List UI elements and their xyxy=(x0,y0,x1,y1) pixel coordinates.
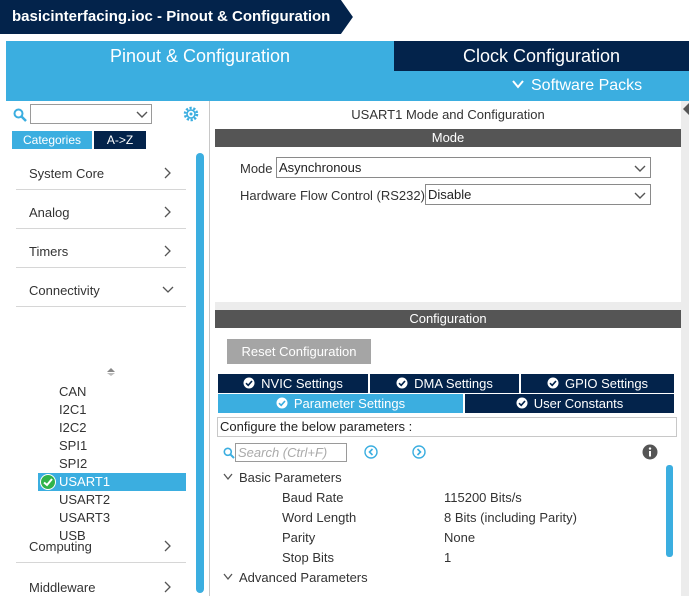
scroll-up-icon[interactable] xyxy=(106,367,116,377)
search-icon[interactable] xyxy=(13,108,27,122)
tab-parameter-settings[interactable]: Parameter Settings xyxy=(218,394,463,413)
parameter-search-input[interactable]: Search (Ctrl+F) xyxy=(235,443,347,462)
breadcrumb-arrow-icon xyxy=(336,0,353,34)
mode-label: Mode xyxy=(240,161,273,176)
tab-nvic-settings[interactable]: NVIC Settings xyxy=(218,374,368,393)
param-stop-bits-name: Stop Bits xyxy=(282,550,335,565)
peripheral-i2c2[interactable]: I2C2 xyxy=(59,419,86,437)
software-packs-label: Software Packs xyxy=(531,77,643,94)
chevron-down-icon xyxy=(634,165,646,172)
check-circle-icon xyxy=(516,397,528,409)
mode-select[interactable]: Asynchronous xyxy=(276,157,651,178)
tab-dma-settings[interactable]: DMA Settings xyxy=(370,374,519,393)
param-parity-name: Parity xyxy=(282,530,316,545)
check-circle-icon xyxy=(396,377,408,389)
check-circle-icon xyxy=(276,397,288,409)
tab-label: NVIC Settings xyxy=(261,376,343,391)
software-packs-menu[interactable]: Software Packs xyxy=(511,75,642,97)
chevron-right-icon xyxy=(164,167,171,179)
tab-label: DMA Settings xyxy=(414,376,493,391)
chevron-down-icon xyxy=(223,473,233,481)
mode-panel: USART1 Mode and Configuration Mode Mode … xyxy=(215,101,681,302)
tab-a-to-z[interactable]: A->Z xyxy=(94,131,146,149)
param-word-length-name: Word Length xyxy=(282,510,357,525)
main-tabs: Pinout & Configuration Clock Configurati… xyxy=(6,41,689,101)
peripheral-i2c1[interactable]: I2C1 xyxy=(59,401,86,419)
title-bar: basicinterfacing.ioc - Pinout & Configur… xyxy=(0,0,689,34)
category-system-core[interactable]: System Core xyxy=(16,151,186,190)
category-label: Middleware xyxy=(29,580,96,595)
peripheral-can[interactable]: CAN xyxy=(59,383,86,401)
parameters-scrollbar[interactable] xyxy=(666,465,673,557)
tab-user-constants[interactable]: User Constants xyxy=(465,394,674,413)
reset-configuration-button[interactable]: Reset Configuration xyxy=(227,339,371,364)
advanced-parameters-group[interactable]: Advanced Parameters xyxy=(223,570,368,585)
hardware-flow-control-value: Disable xyxy=(428,187,472,202)
tab-clock-configuration[interactable]: Clock Configuration xyxy=(394,41,689,71)
search-icon xyxy=(223,447,235,459)
chevron-down-icon xyxy=(136,111,148,118)
peripheral-label: USART1 xyxy=(59,474,111,489)
usart1-configuration-pane: USART1 Mode and Configuration Mode Mode … xyxy=(215,101,689,596)
chevron-right-icon xyxy=(164,206,171,218)
tab-label: User Constants xyxy=(533,396,624,411)
mode-panel-header: USART1 Mode and Configuration xyxy=(351,107,545,122)
category-timers[interactable]: Timers xyxy=(16,229,186,268)
tab-label: GPIO Settings xyxy=(564,376,649,391)
peripheral-usart2[interactable]: USART2 xyxy=(59,491,110,509)
tab-label: Parameter Settings xyxy=(293,396,406,411)
category-scrollbar[interactable] xyxy=(196,153,204,593)
category-middleware[interactable]: Middleware xyxy=(16,564,186,603)
group-label: Basic Parameters xyxy=(239,470,342,485)
previous-match-icon[interactable] xyxy=(364,445,378,459)
mode-select-value: Asynchronous xyxy=(279,160,362,175)
chevron-down-icon xyxy=(223,573,233,581)
configuration-section-band: Configuration xyxy=(215,310,681,328)
tab-gpio-settings[interactable]: GPIO Settings xyxy=(521,374,674,393)
chevron-right-icon xyxy=(164,540,171,552)
tab-categories[interactable]: Categories xyxy=(12,131,92,149)
param-baud-rate-value[interactable]: 115200 Bits/s xyxy=(444,490,522,505)
group-label: Advanced Parameters xyxy=(239,570,368,585)
category-label: System Core xyxy=(29,166,105,181)
hardware-flow-control-select[interactable]: Disable xyxy=(425,184,651,205)
next-match-icon[interactable] xyxy=(412,445,426,459)
check-circle-icon xyxy=(547,377,559,389)
basic-parameters-group[interactable]: Basic Parameters xyxy=(223,470,342,485)
chevron-down-icon xyxy=(634,192,646,199)
peripheral-usart1[interactable]: USART1 xyxy=(38,473,186,491)
configure-description: Configure the below parameters : xyxy=(217,417,677,437)
check-circle-icon xyxy=(243,377,255,389)
chevron-down-icon xyxy=(512,80,524,89)
check-circle-icon xyxy=(40,474,56,490)
category-label: Timers xyxy=(29,244,69,259)
param-stop-bits-value[interactable]: 1 xyxy=(444,550,451,565)
param-word-length-value[interactable]: 8 Bits (including Parity) xyxy=(444,510,577,525)
category-label: Connectivity xyxy=(29,283,100,298)
collapse-handle-icon[interactable] xyxy=(682,101,689,121)
category-analog[interactable]: Analog xyxy=(16,190,186,229)
chevron-down-icon xyxy=(162,286,174,293)
category-search-combo[interactable] xyxy=(30,104,152,124)
mode-section-band: Mode xyxy=(215,129,681,147)
categories-panel: Categories A->Z System Core Analog Timer… xyxy=(6,101,210,596)
param-baud-rate-name: Baud Rate xyxy=(282,490,344,505)
tab-pinout-configuration[interactable]: Pinout & Configuration xyxy=(6,41,394,71)
category-computing[interactable]: Computing xyxy=(16,525,186,563)
peripheral-spi1[interactable]: SPI1 xyxy=(59,437,87,455)
hardware-flow-control-label: Hardware Flow Control (RS232) xyxy=(240,188,425,203)
chevron-right-icon xyxy=(164,245,171,257)
configuration-panel: Configuration Reset Configuration NVIC S… xyxy=(215,310,681,596)
chevron-right-icon xyxy=(164,581,171,593)
info-icon[interactable] xyxy=(642,444,658,460)
gear-icon[interactable] xyxy=(182,105,200,123)
peripheral-spi2[interactable]: SPI2 xyxy=(59,455,87,473)
category-label: Computing xyxy=(29,539,92,554)
window-title: basicinterfacing.ioc - Pinout & Configur… xyxy=(0,0,338,34)
param-parity-value[interactable]: None xyxy=(444,530,475,545)
category-connectivity[interactable]: Connectivity xyxy=(16,268,186,307)
category-label: Analog xyxy=(29,205,70,220)
